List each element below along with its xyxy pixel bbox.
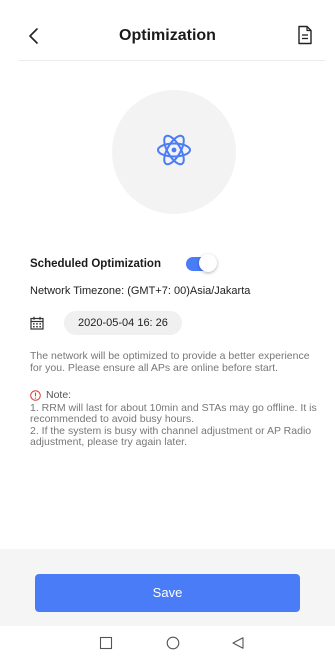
alert-circle-icon (30, 390, 41, 402)
date-row: 2020-05-04 16: 26 (30, 311, 182, 335)
system-nav-bar (0, 626, 335, 656)
note-line-2: 2. If the system is busy with channel ad… (30, 424, 312, 449)
header-divider (18, 60, 325, 61)
toggle-knob (198, 254, 217, 272)
note-header: Note: (30, 389, 321, 402)
hero-circle (112, 90, 236, 214)
note-title: Note: (46, 389, 72, 401)
save-button[interactable]: Save (35, 574, 300, 612)
triangle-back-icon[interactable] (231, 636, 245, 650)
scheduled-optimization-row: Scheduled Optimization (30, 254, 305, 274)
note-line-1: 1. RRM will last for about 10min and STA… (30, 401, 317, 426)
page-title: Optimization (119, 27, 216, 44)
optimization-description: The network will be optimized to provide… (30, 350, 310, 374)
header-bar: Optimization (0, 14, 335, 58)
square-icon[interactable] (99, 636, 113, 650)
document-icon[interactable] (297, 25, 313, 45)
date-time-picker[interactable]: 2020-05-04 16: 26 (64, 311, 182, 335)
circle-icon[interactable] (166, 636, 180, 650)
atom-icon (154, 130, 194, 175)
network-timezone-text: Network Timezone: (GMT+7: 00)Asia/Jakart… (30, 285, 251, 297)
scheduled-optimization-toggle[interactable] (185, 254, 217, 272)
footer-bar: Save (0, 549, 335, 626)
note-section: Note: 1. RRM will last for about 10min a… (30, 389, 321, 449)
scheduled-optimization-label: Scheduled Optimization (30, 258, 161, 270)
optimization-screen: Optimization Scheduled Optimization Netw… (0, 0, 335, 656)
calendar-icon[interactable] (30, 316, 44, 330)
